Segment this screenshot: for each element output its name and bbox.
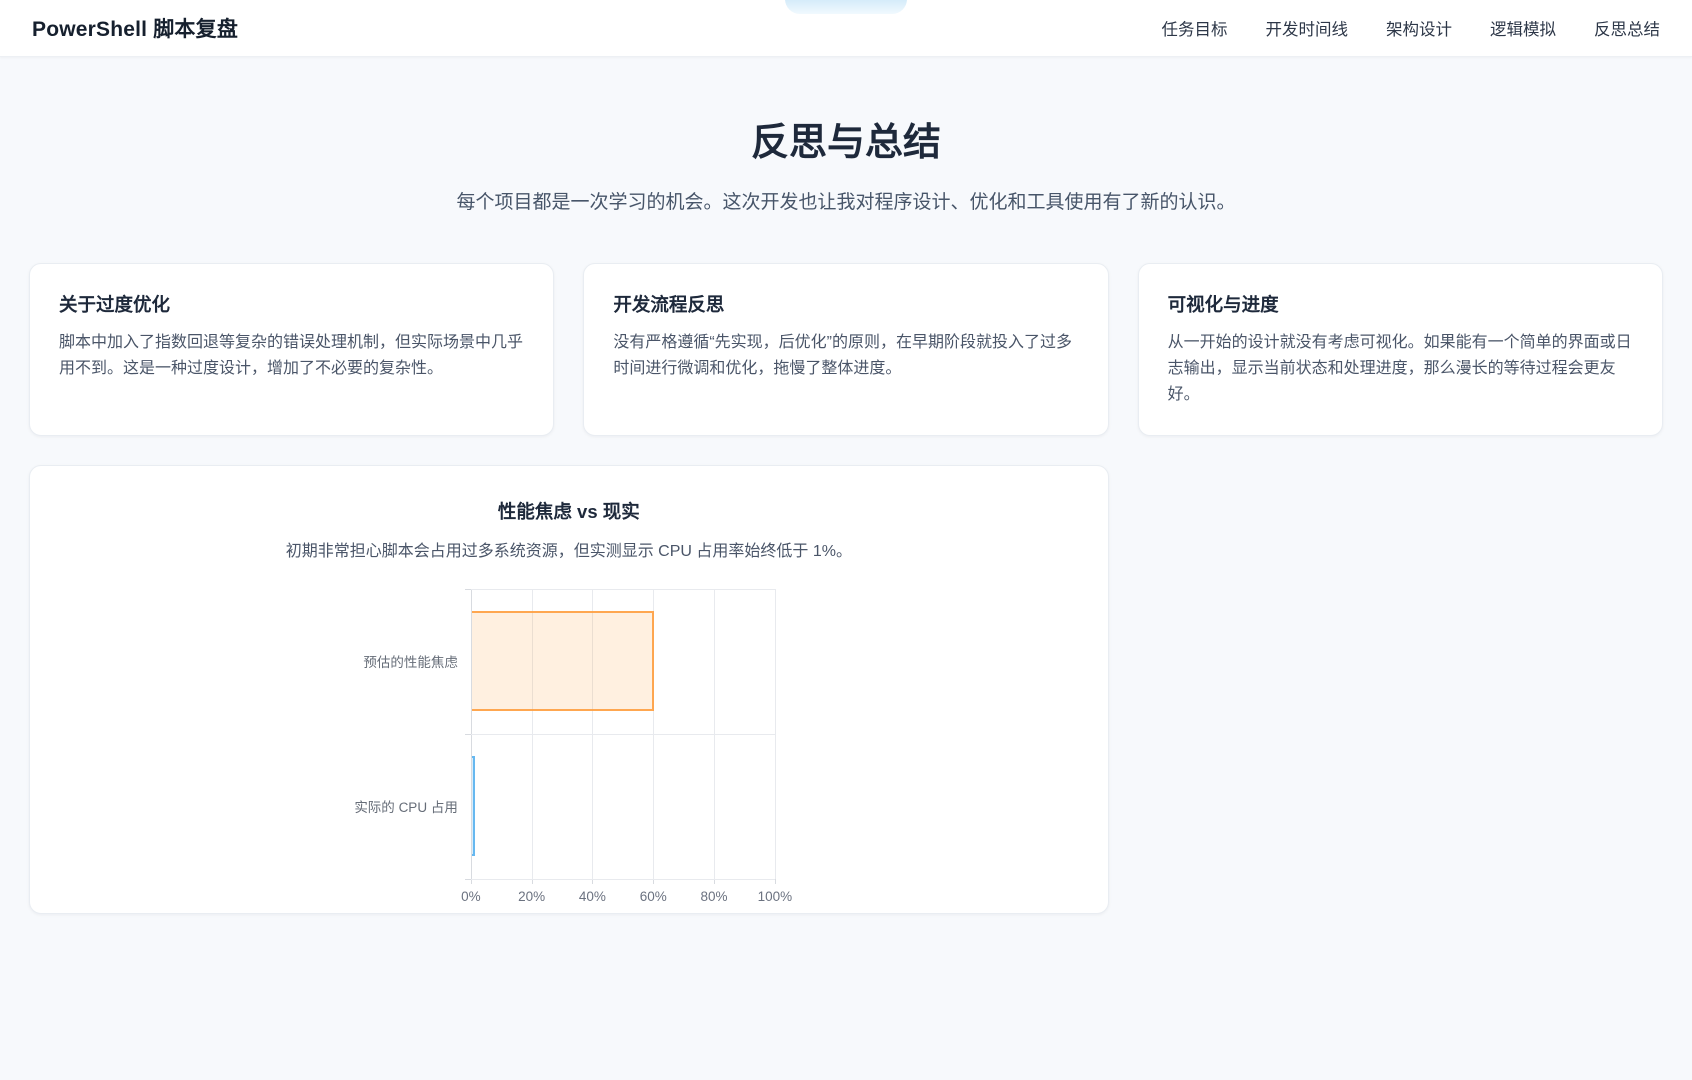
chart-card: 性能焦虑 vs 现实 初期非常担心脚本会占用过多系统资源，但实测显示 CPU 占…	[29, 464, 1109, 914]
bar-estimated-anxiety[interactable]	[471, 611, 655, 712]
chart-y-axis-labels: 预估的性能焦虑实际的 CPU 占用	[343, 589, 471, 879]
reflection-section: 反思与总结 每个项目都是一次学习的机会。这次开发也让我对程序设计、优化和工具使用…	[0, 57, 1692, 914]
y-axis-category-label: 实际的 CPU 占用	[354, 800, 458, 816]
gridline-horizontal	[470, 733, 775, 735]
card-body: 从一开始的设计就没有考虑可视化。如果能有一个简单的界面或日志输出，显示当前状态和…	[1167, 334, 1632, 403]
x-axis-tick-label: 0%	[461, 888, 481, 904]
chart-plot[interactable]: 0% 20% 40% 60% 80% 100%	[461, 588, 792, 904]
nav-link-tasks[interactable]: 任务目标	[1162, 16, 1228, 40]
card-body: 脚本中加入了指数回退等复杂的错误处理机制，但实际场景中几乎用不到。这是一种过度设…	[59, 334, 524, 377]
card-over-optimization: 关于过度优化脚本中加入了指数回退等复杂的错误处理机制，但实际场景中几乎用不到。这…	[29, 263, 555, 436]
header-nav: 任务目标 开发时间线 架构设计 逻辑模拟 反思总结	[1162, 16, 1661, 40]
gridline-vertical	[774, 588, 776, 879]
x-axis-tick-label: 20%	[518, 888, 546, 904]
gridline-horizontal	[470, 588, 775, 590]
card-title: 可视化与进度	[1167, 294, 1279, 316]
nav-link-simulation[interactable]: 逻辑模拟	[1490, 16, 1556, 40]
y-axis-category-label: 预估的性能焦虑	[363, 655, 458, 671]
chart-subtitle: 初期非常担心脚本会占用过多系统资源，但实测显示 CPU 占用率始终低于 1%。	[285, 542, 852, 560]
page-subtitle: 每个项目都是一次学习的机会。这次开发也让我对程序设计、优化和工具使用有了新的认识…	[456, 191, 1236, 213]
nav-link-architecture[interactable]: 架构设计	[1386, 16, 1452, 40]
card-body: 没有严格遵循“先实现，后优化”的原则，在早期阶段就投入了过多时间进行微调和优化，…	[613, 334, 1072, 377]
card-title: 关于过度优化	[59, 294, 171, 316]
header: PowerShell 脚本复盘 任务目标 开发时间线 架构设计 逻辑模拟 反思总结	[0, 0, 1692, 57]
partial-pill-badge[interactable]	[785, 0, 907, 14]
x-axis-tick-label: 80%	[700, 888, 728, 904]
cards-grid: 关于过度优化脚本中加入了指数回退等复杂的错误处理机制，但实际场景中几乎用不到。这…	[29, 263, 1663, 436]
bar-chart: 预估的性能焦虑实际的 CPU 占用 0% 20% 40% 60% 80% 100%	[343, 588, 795, 904]
x-axis-tick-label: 60%	[639, 888, 667, 904]
gridline-horizontal	[470, 878, 775, 880]
x-axis-tick-label: 40%	[578, 888, 606, 904]
page-title: 反思与总结	[750, 122, 941, 164]
nav-link-reflection[interactable]: 反思总结	[1594, 16, 1660, 40]
card-process-reflection: 开发流程反思没有严格遵循“先实现，后优化”的原则，在早期阶段就投入了过多时间进行…	[583, 263, 1109, 436]
brand-title: PowerShell 脚本复盘	[32, 18, 239, 41]
x-axis-tick-label: 100%	[757, 888, 793, 904]
nav-link-timeline[interactable]: 开发时间线	[1266, 16, 1349, 40]
bar-actual-cpu[interactable]	[471, 756, 475, 857]
y-axis-tick-mark	[464, 878, 471, 880]
x-axis-tick-mark	[774, 878, 776, 884]
card-visualization-progress: 可视化与进度从一开始的设计就没有考虑可视化。如果能有一个简单的界面或日志输出，显…	[1137, 263, 1663, 436]
card-title: 开发流程反思	[613, 294, 725, 316]
chart-row: 性能焦虑 vs 现实 初期非常担心脚本会占用过多系统资源，但实测显示 CPU 占…	[29, 464, 1663, 914]
y-axis-tick-mark	[464, 733, 471, 735]
chart-title: 性能焦虑 vs 现实	[497, 500, 640, 522]
y-axis-tick-mark	[464, 588, 471, 590]
